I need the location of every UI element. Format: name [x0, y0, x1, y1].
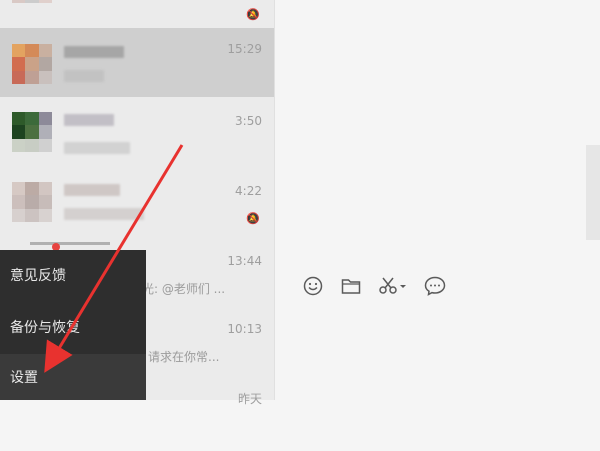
mute-icon: 🔕: [246, 8, 260, 21]
menu-item-backup-restore[interactable]: 备份与恢复: [0, 304, 146, 350]
chat-list-item[interactable]: 15:29: [0, 28, 274, 97]
chat-list-item[interactable]: 4:22 🔕: [0, 172, 274, 241]
avatar: [12, 0, 52, 10]
folder-icon[interactable]: [338, 273, 364, 299]
message-bubble: [586, 145, 600, 240]
mute-icon: 🔕: [246, 212, 260, 225]
chat-bubble-icon[interactable]: [422, 273, 448, 299]
message-preview: [64, 142, 130, 154]
menu-item-feedback[interactable]: 意见反馈: [0, 252, 146, 298]
chat-time: 13:44: [227, 254, 262, 268]
contact-name: [64, 114, 114, 126]
message-preview: 请求在你常...: [148, 350, 220, 364]
contact-name: [64, 184, 120, 196]
message-preview: [64, 70, 104, 82]
emoji-icon[interactable]: [300, 273, 326, 299]
input-toolbar: [300, 272, 448, 300]
avatar: [12, 182, 52, 222]
menu-item-label: 设置: [10, 370, 38, 386]
message-preview: [64, 208, 144, 220]
settings-menu: 意见反馈 备份与恢复 设置: [0, 250, 146, 400]
chat-panel: [275, 0, 600, 400]
menu-item-label: 备份与恢复: [10, 320, 80, 336]
chat-time: 10:13: [227, 322, 262, 336]
chat-time: 3:50: [235, 114, 262, 128]
avatar: [12, 44, 52, 84]
menu-item-settings[interactable]: 设置: [0, 354, 146, 400]
chat-time: 15:29: [227, 42, 262, 56]
message-preview: 光: @老师们 ...: [142, 282, 226, 296]
scissors-icon[interactable]: [376, 273, 410, 299]
avatar: [12, 112, 52, 152]
chat-list-item[interactable]: 3:50: [0, 100, 274, 169]
chat-list-item[interactable]: 🔕: [0, 0, 274, 29]
menu-item-label: 意见反馈: [10, 268, 66, 284]
chat-time: 4:22: [235, 184, 262, 198]
contact-name: [64, 46, 124, 58]
chat-time: 昨天: [237, 392, 262, 406]
